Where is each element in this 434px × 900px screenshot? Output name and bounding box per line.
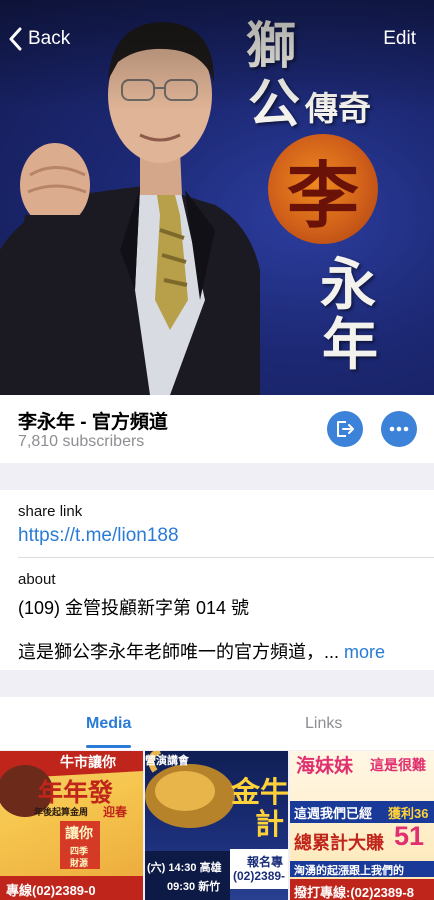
back-label: Back xyxy=(28,28,71,49)
channel-info-card: share link https://t.me/lion188 about (1… xyxy=(0,490,434,670)
thumb-text: 撥打專線:(02)2389-8 xyxy=(294,885,414,900)
media-grid: 牛市讓你 年年發 年後起算金周 迎春 讓你 四季 財源 專線(02)2389-0… xyxy=(0,751,434,900)
chevron-left-icon xyxy=(9,27,22,51)
about-text-line2: 這是獅公李永年老師唯一的官方頻道，... more xyxy=(18,638,385,664)
leave-icon xyxy=(337,421,354,437)
thumb-text: 年年發 xyxy=(38,779,114,807)
tab-media[interactable]: Media xyxy=(86,715,131,733)
more-link[interactable]: more xyxy=(344,642,385,662)
channel-cover-photo: 獅 公 傳奇 李 永 年 Back Edit xyxy=(0,0,434,395)
tab-links[interactable]: Links xyxy=(305,715,342,733)
top-gradient xyxy=(0,0,434,110)
thumb-text: 財源 xyxy=(70,858,89,868)
share-link-label: share link xyxy=(18,503,83,520)
calligraphy-nian: 年 xyxy=(322,312,378,378)
share-link-url[interactable]: https://t.me/lion188 xyxy=(18,525,179,547)
thumb-text: 海妹妹 xyxy=(296,756,354,777)
info-divider xyxy=(18,557,434,558)
thumb-text: 牛市讓你 xyxy=(60,754,116,770)
thumb-text: 迎春 xyxy=(103,805,128,819)
back-button[interactable]: Back xyxy=(8,24,70,54)
thumb-text: 這週我們已經 xyxy=(294,806,373,821)
thumb-text: 洶湧的起漲跟上我們的 xyxy=(294,865,404,877)
channel-name: 李永年 - 官方頻道 xyxy=(18,412,168,433)
edit-button[interactable]: Edit xyxy=(383,28,416,50)
active-tab-indicator xyxy=(86,745,131,748)
thumb-text: 營演講會 xyxy=(145,755,189,767)
more-options-button[interactable] xyxy=(381,411,417,447)
thumb-text: 報名專 xyxy=(247,855,284,869)
seal-character: 李 xyxy=(286,152,359,238)
thumb-text: 這是很難 xyxy=(370,757,426,773)
thumb-text: 51 xyxy=(394,821,425,851)
thumb-text: 總累計大賺 xyxy=(294,833,384,853)
thumb-text: 年後起算金周 xyxy=(34,807,89,817)
about-text-line1: (109) 金管投顧新字第 014 號 xyxy=(18,598,250,618)
thumb-text: (六) 14:30 高雄 xyxy=(147,862,222,874)
media-thumbnail[interactable]: 牛市讓你 年年發 年後起算金周 迎春 讓你 四季 財源 專線(02)2389-0 xyxy=(0,751,143,900)
thumb-text: (02)2389- xyxy=(233,869,286,883)
leave-channel-button[interactable] xyxy=(327,411,363,447)
about-label: about xyxy=(18,571,56,588)
ellipsis-icon xyxy=(389,426,409,432)
channel-header: 李永年 - 官方頻道 7,810 subscribers xyxy=(0,395,434,463)
media-tabs: Media Links xyxy=(0,697,434,750)
thumb-text: 專線(02)2389-0 xyxy=(6,883,96,898)
about-text-snippet: 這是獅公李永年老師唯一的官方頻道，... xyxy=(18,642,340,662)
media-thumbnail[interactable]: 海妹妹 這是很難 這週我們已經 獲利36 總累計大賺 51 洶湧的起漲跟上我們的… xyxy=(290,751,434,900)
media-thumbnail[interactable]: 營演講會 金牛 計 (六) 14:30 高雄 09:30 新竹 報名專 (02)… xyxy=(145,751,288,900)
seal-badge: 李 xyxy=(268,134,378,244)
thumb-text: 獲利36 xyxy=(388,806,429,821)
thumb-text: 讓你 xyxy=(65,825,93,841)
thumb-text: 09:30 新竹 xyxy=(167,881,221,893)
thumb-text: 計 xyxy=(255,809,285,841)
subscriber-count: 7,810 subscribers xyxy=(18,433,145,450)
